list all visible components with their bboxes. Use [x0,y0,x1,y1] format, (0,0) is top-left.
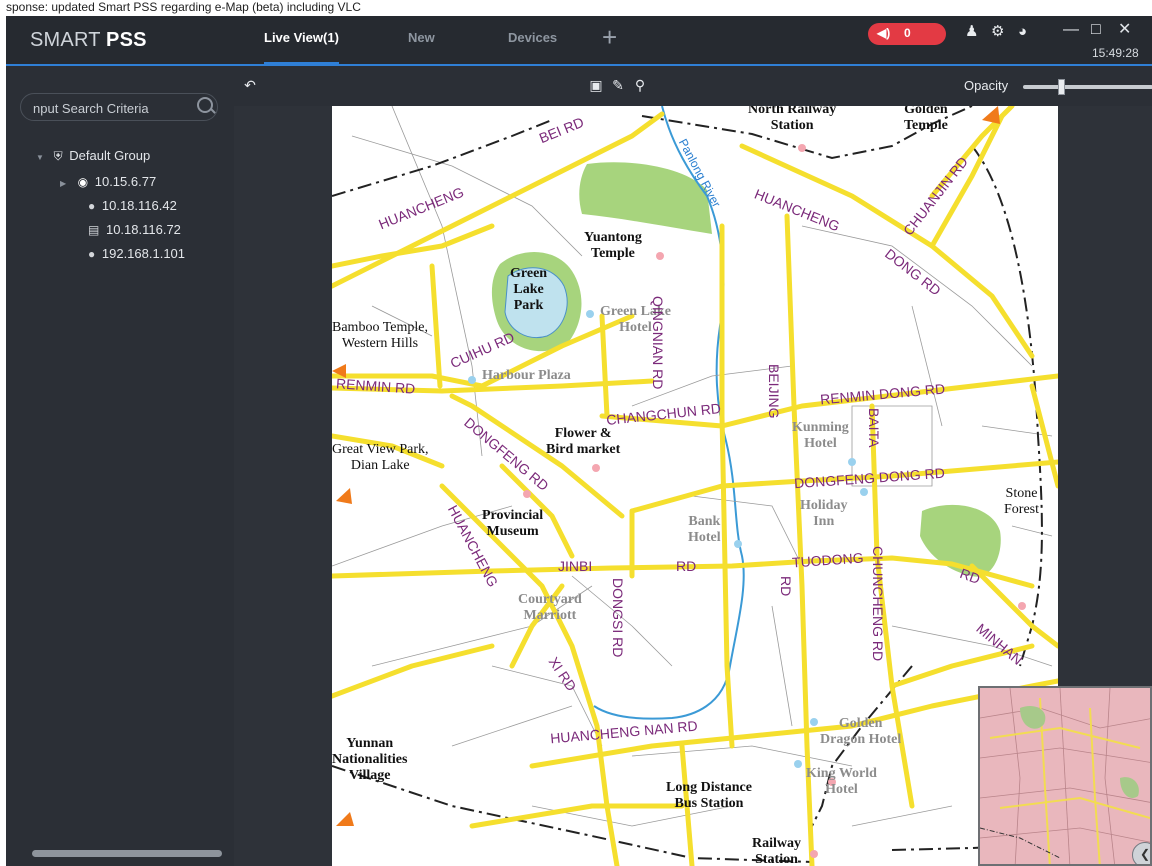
label-golden-dragon-hotel: Golden Dragon Hotel [820,716,902,747]
device-ip: 10.18.116.72 [105,222,181,237]
road-label-beijing-rd: RD [778,576,794,597]
tree-group-default[interactable]: ▼ ⛨ Default Group [36,146,150,166]
label-long-distance-bus-station: Long Distance Bus Station [666,780,752,811]
label-provincial-museum: Provincial Museum [482,508,544,539]
road-label-chuncheng: CHUNCHENG RD [870,546,886,662]
minimap-graphic [980,688,1150,864]
tree-device-1[interactable]: ▶ ◉ 10.15.6.77 [60,172,156,192]
edit-map-icon[interactable]: ✎ [610,77,626,93]
label-holiday-inn: Holiday Inn [800,498,848,529]
road-label-qingnian: QINGNIAN RD [650,296,666,390]
minimap[interactable]: ❮ [978,686,1152,866]
map-roads-graphic [332,106,1058,866]
emap-view[interactable]: North Railway Station Golden Temple Yuanto… [234,106,1152,866]
label-bamboo-temple: Bamboo Temple, Western Hills [332,320,428,351]
gear-icon[interactable]: ⚙ [991,22,1004,42]
search-input[interactable] [31,98,191,118]
device-ip: 10.18.116.42 [101,198,177,213]
background-document-text: sponse: updated Smart PSS regarding e-Ma… [0,0,1152,16]
back-icon[interactable]: ↶ [242,77,258,93]
clock: 15:49:28 [1092,46,1139,60]
nvr-icon: ▤ [88,223,100,237]
label-yuantong-temple: Yuantong Temple [584,230,642,261]
performance-gauge-icon[interactable]: ◕ [1018,22,1027,42]
user-icon[interactable]: ♟ [965,22,978,42]
label-green-lake-park: Green Lake Park [510,266,548,313]
label-stone-forest: Stone Forest [1004,486,1039,517]
opacity-label: Opacity [964,78,1009,93]
tree-device-2[interactable]: ● 10.18.116.42 [88,196,177,216]
device-sidebar: ▼ ⛨ Default Group ▶ ◉ 10.15.6.77 ● 10.18… [6,66,235,866]
road-label-dongsi: DONGSI RD [610,578,626,658]
title-bar: SMART PSS Live View(1) New Devices + ◀) … [6,16,1152,66]
label-railway-station: Railway Station [752,836,801,866]
label-great-view-park: Great View Park, Dian Lake [332,442,429,473]
opacity-slider-thumb[interactable] [1058,79,1065,95]
tab-live-view[interactable]: Live View(1) [264,16,339,64]
offline-camera-icon: ● [88,247,96,261]
tree-device-3[interactable]: ▤ 10.18.116.72 [88,220,181,240]
camera-pin-icon: ◉ [77,175,89,189]
city-map[interactable]: North Railway Station Golden Temple Yuanto… [332,106,1058,866]
smart-pss-window: SMART PSS Live View(1) New Devices + ◀) … [6,16,1152,866]
add-tab-icon[interactable]: + [602,22,617,52]
tab-new[interactable]: New [408,16,435,64]
sidebar-scrollbar[interactable] [32,850,222,857]
app-logo: SMART PSS [30,29,147,51]
search-icon[interactable] [197,97,213,113]
label-king-world-hotel: King World Hotel [806,766,877,797]
alarm-count: 0 [904,26,911,40]
maximize-icon[interactable]: □ [1091,19,1101,41]
save-map-icon[interactable]: ▣ [588,77,604,93]
device-ip: 10.15.6.77 [94,174,157,189]
close-icon[interactable]: ✕ [1118,19,1131,41]
label-harbour-plaza: Harbour Plaza [482,368,571,383]
caret-down-icon[interactable]: ▼ [36,148,50,168]
alarm-badge[interactable]: ◀) 0 [868,23,946,45]
tree-device-4[interactable]: ● 192.168.1.101 [88,244,185,264]
label-bank-hotel: Bank Hotel [688,514,721,545]
road-label-baita: BAITA [866,408,882,448]
speaker-icon: ◀) [877,26,891,40]
locate-device-icon[interactable]: ⚲ [632,77,648,93]
device-ip: 192.168.1.101 [101,246,186,261]
group-label: Default Group [69,148,151,163]
label-kunming-hotel: Kunming Hotel [792,420,849,451]
road-label-beijing: BEIJING [766,364,782,419]
minimap-toggle-icon[interactable]: ❮ [1132,842,1150,864]
caret-right-icon[interactable]: ▶ [60,174,74,194]
label-flower-bird-market: Flower & Bird market [546,426,621,457]
group-tree-icon: ⛨ [53,149,63,163]
tab-devices[interactable]: Devices [508,16,557,64]
offline-camera-icon: ● [88,199,96,213]
minimize-icon[interactable]: — [1063,19,1079,41]
label-courtyard-marriott: Courtyard Marriott [518,592,582,623]
map-toolbar: ↶ ▣ ✎ ⚲ Opacity [234,66,1152,106]
opacity-slider[interactable] [1023,85,1152,89]
road-label-jinbi: JINBI [558,558,593,574]
label-north-railway-station: North Railway Station [748,106,837,133]
label-yunnan-nationalities-village: Yunnan Nationalities Village [332,736,408,783]
road-label-jinbi-rd: RD [676,558,697,574]
label-golden-temple: Golden Temple [904,106,948,133]
search-box [20,93,218,121]
